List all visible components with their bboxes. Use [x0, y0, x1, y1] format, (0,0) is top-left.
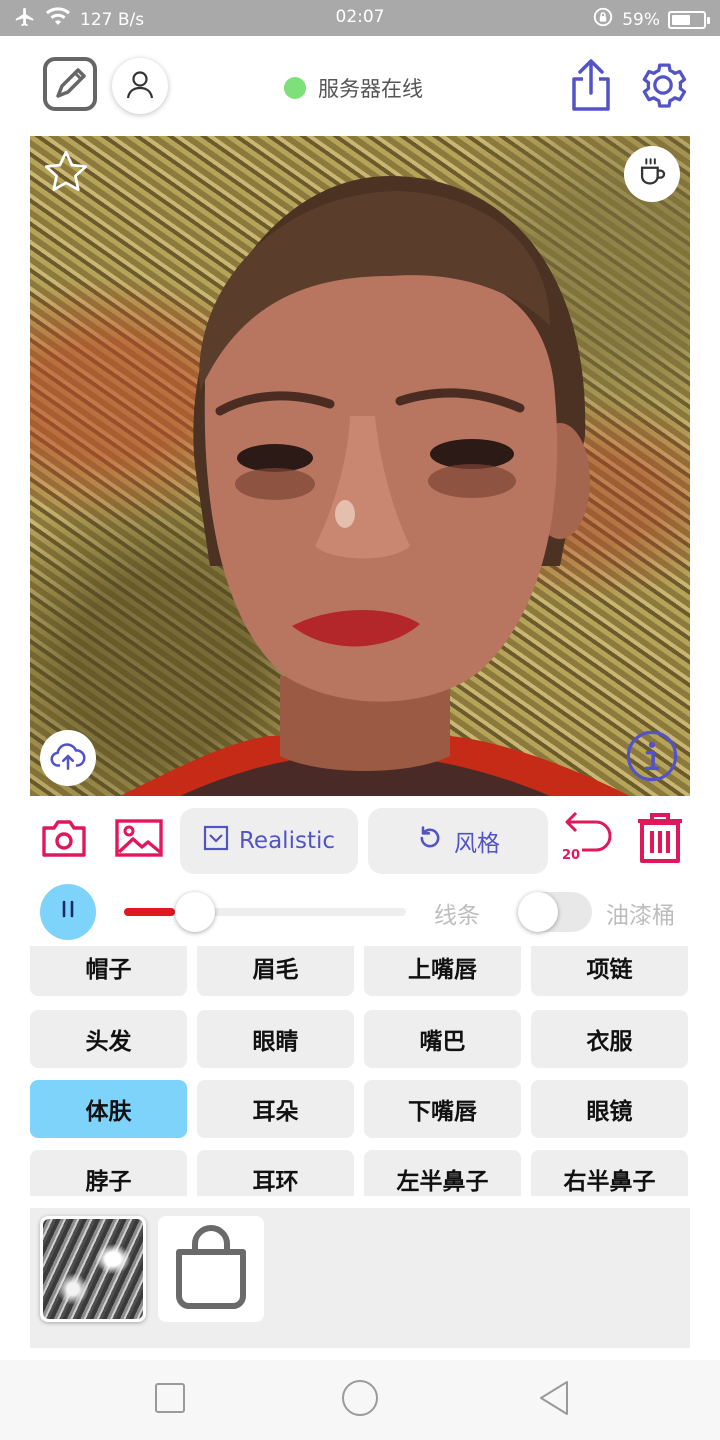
- portrait-image: [120, 176, 630, 796]
- style-button[interactable]: 风格: [368, 808, 548, 874]
- part-glasses[interactable]: 眼镜: [531, 1080, 688, 1138]
- part-lower-lip[interactable]: 下嘴唇: [364, 1080, 521, 1138]
- star-icon: [41, 147, 91, 201]
- part-hair[interactable]: 头发: [30, 1010, 187, 1068]
- shopping-bag-icon: [171, 1222, 251, 1316]
- camera-icon: [41, 818, 87, 862]
- bucket-label: 油漆桶: [606, 903, 675, 929]
- image-icon: [115, 818, 163, 862]
- camera-button[interactable]: [40, 816, 88, 864]
- coffee-icon: [635, 155, 669, 193]
- style-tray: [30, 1208, 690, 1348]
- pause-icon: [57, 898, 79, 926]
- home-button[interactable]: [338, 1378, 382, 1422]
- battery-fill: [672, 14, 690, 25]
- info-icon: [625, 729, 679, 787]
- cloud-upload-icon: [49, 737, 87, 779]
- part-ears[interactable]: 耳朵: [197, 1080, 354, 1138]
- part-necklace[interactable]: 项链: [531, 946, 688, 996]
- server-status: 服务器在线: [284, 72, 423, 104]
- part-right-nose[interactable]: 右半鼻子: [531, 1150, 688, 1196]
- part-eyebrows[interactable]: 眉毛: [197, 946, 354, 996]
- line-width-slider[interactable]: [124, 908, 406, 916]
- settings-icon: [635, 57, 691, 117]
- back-button[interactable]: [532, 1378, 576, 1422]
- part-left-nose[interactable]: 左半鼻子: [364, 1150, 521, 1196]
- part-upper-lip[interactable]: 上嘴唇: [364, 946, 521, 996]
- bucket-toggle[interactable]: [518, 892, 592, 932]
- status-bar: 127 B/s 02:07 59%: [0, 0, 720, 36]
- server-status-label: 服务器在线: [318, 77, 423, 101]
- generated-image-canvas[interactable]: [30, 136, 690, 796]
- style-store-button[interactable]: [158, 1216, 264, 1322]
- pause-button[interactable]: [40, 884, 96, 940]
- style-thumbnail-image: [43, 1219, 143, 1319]
- delete-button[interactable]: [632, 812, 688, 868]
- style-label: 风格: [454, 831, 500, 857]
- dropdown-icon: [203, 825, 229, 857]
- app-root: 127 B/s 02:07 59% 服务器在线 Realistic 风格 20 …: [0, 0, 720, 1440]
- part-eyes[interactable]: 眼睛: [197, 1010, 354, 1068]
- part-skin[interactable]: 体肤: [30, 1080, 187, 1138]
- favorite-button[interactable]: [38, 146, 94, 202]
- coffee-button[interactable]: [624, 146, 680, 202]
- refresh-icon: [416, 824, 444, 858]
- part-selector-grid: 帽子 眉毛 上嘴唇 项链 头发 眼睛 嘴巴 衣服 体肤 耳朵 下嘴唇 眼镜 脖子…: [30, 946, 690, 1196]
- style-thumbnail[interactable]: [40, 1216, 146, 1322]
- profile-button[interactable]: [112, 58, 168, 114]
- info-button[interactable]: [624, 730, 680, 786]
- toggle-knob: [518, 892, 558, 932]
- model-select-button[interactable]: Realistic: [180, 808, 358, 874]
- trash-icon: [634, 811, 686, 869]
- part-hat[interactable]: 帽子: [30, 946, 187, 996]
- lines-label: 线条: [434, 903, 480, 929]
- status-dot: [284, 77, 306, 99]
- undo-count: 20: [562, 848, 581, 863]
- undo-button[interactable]: 20: [558, 810, 616, 866]
- gallery-button[interactable]: [114, 816, 164, 864]
- battery-percent: 59%: [622, 9, 660, 30]
- share-icon: [566, 57, 616, 117]
- share-button[interactable]: [564, 58, 618, 116]
- slider-thumb[interactable]: [175, 892, 215, 932]
- sketch-icon: [42, 56, 98, 116]
- sketch-button[interactable]: [42, 56, 98, 116]
- status-right: 59%: [592, 6, 710, 33]
- home-icon: [341, 1379, 379, 1421]
- model-label: Realistic: [238, 828, 335, 854]
- part-mouth[interactable]: 嘴巴: [364, 1010, 521, 1068]
- part-neck[interactable]: 脖子: [30, 1150, 187, 1196]
- slider-fill: [124, 908, 175, 916]
- back-icon: [537, 1380, 571, 1420]
- rotation-lock-icon: [592, 6, 614, 33]
- user-icon: [124, 68, 156, 104]
- settings-button[interactable]: [634, 58, 692, 116]
- part-earrings[interactable]: 耳环: [197, 1150, 354, 1196]
- part-clothes[interactable]: 衣服: [531, 1010, 688, 1068]
- battery-icon: [668, 10, 710, 29]
- recent-apps-icon: [154, 1382, 186, 1418]
- system-nav-bar: [0, 1360, 720, 1440]
- recent-apps-button[interactable]: [150, 1380, 190, 1420]
- upload-button[interactable]: [40, 730, 96, 786]
